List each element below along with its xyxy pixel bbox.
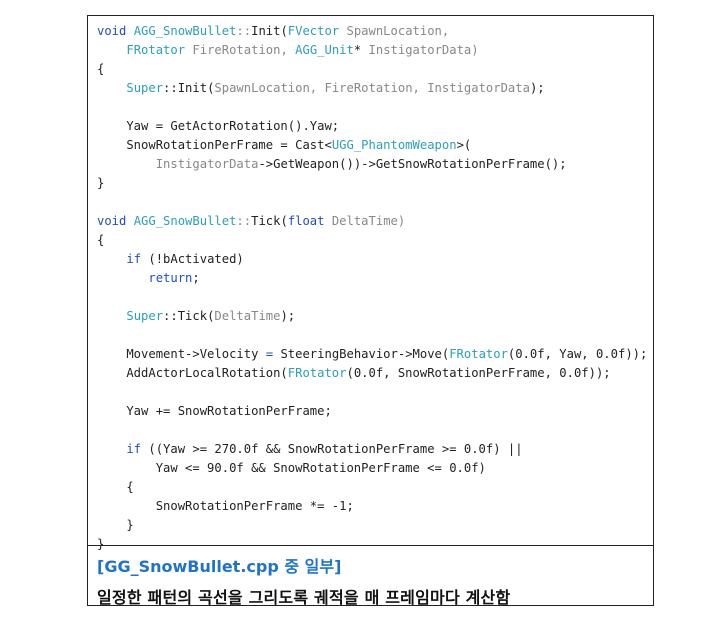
code-line: Super::Tick(DeltaTime); [97,307,653,326]
code-token: { [97,62,105,76]
code-line: { [97,60,653,79]
code-token: ::Init( [163,81,215,95]
code-line: FRotator FireRotation, AGG_Unit* Instiga… [97,41,653,60]
code-figure: void AGG_SnowBullet::Init(FVector SpawnL… [87,15,654,607]
code-line: void AGG_SnowBullet::Init(FVector SpawnL… [97,22,653,41]
code-line: if (!bActivated) [97,250,653,269]
code-token: SteeringBehavior->Move( [280,347,450,361]
code-token: if [126,252,149,266]
code-line: AddActorLocalRotation(FRotator(0.0f, Sno… [97,364,653,383]
code-token: SpawnLocation, [346,24,450,38]
code-token: SnowRotationPerFrame = Cast< [97,138,332,152]
code-line: void AGG_SnowBullet::Tick(float DeltaTim… [97,212,653,231]
code-token: FireRotation, [192,43,296,57]
code-token: AGG_Unit [295,43,354,57]
code-token: UGG_PhantomWeapon [331,138,457,152]
code-line: SnowRotationPerFrame *= -1; [97,497,653,516]
code-token: SpawnLocation, FireRotation, InstigatorD… [214,81,530,95]
code-line: InstigatorData->GetWeapon())->GetSnowRot… [97,155,653,174]
code-token: void [97,24,134,38]
code-token: { [97,480,134,494]
code-token: Yaw = GetActorRotation().Yaw; [97,119,340,133]
code-line: Yaw <= 90.0f && SnowRotationPerFrame <= … [97,459,653,478]
code-line: } [97,174,653,193]
code-line: return; [97,269,653,288]
code-token: FRotator [126,43,193,57]
code-token: FRotator [449,347,508,361]
code-line: Super::Init(SpawnLocation, FireRotation,… [97,79,653,98]
code-token: AGG_SnowBullet [133,214,237,228]
code-token: SnowRotationPerFrame *= -1; [97,499,354,513]
code-token: FVector [287,24,347,38]
code-token: ); [529,81,545,95]
caption: [GG_SnowBullet.cpp 중 일부] 일정한 패턴의 곡선을 그리도… [88,546,653,611]
code-token: = [265,347,281,361]
code-token: AddActorLocalRotation( [97,366,288,380]
code-block: void AGG_SnowBullet::Init(FVector SpawnL… [88,16,653,551]
caption-description: 일정한 패턴의 곡선을 그리도록 궤적을 매 프레임마다 계산함 [97,588,511,607]
code-token: * [353,43,369,57]
code-token: FRotator [287,366,347,380]
code-token: { [97,233,105,247]
code-token: return [148,271,193,285]
code-line: Movement->Velocity = SteeringBehavior->M… [97,345,653,364]
code-token: DeltaTime) [331,214,406,228]
code-token: Tick( [251,214,288,228]
code-token: float [287,214,332,228]
code-token: InstigatorData [155,157,259,171]
code-token: (!bActivated) [148,252,244,266]
code-token: >( [456,138,472,152]
code-token: ::Tick( [163,309,215,323]
code-token: Init( [251,24,288,38]
code-line: if ((Yaw >= 270.0f && SnowRotationPerFra… [97,440,653,459]
code-line: { [97,231,653,250]
code-line: Yaw += SnowRotationPerFrame; [97,402,653,421]
code-token: Super [126,81,164,95]
code-token: Yaw += SnowRotationPerFrame; [97,404,332,418]
code-token: ); [280,309,296,323]
code-token: :: [236,24,252,38]
code-line: { [97,478,653,497]
code-token: } [97,176,105,190]
code-token: } [97,518,134,532]
code-line: } [97,516,653,535]
code-token: DeltaTime [214,309,281,323]
code-token: ->GetWeapon())->GetSnowRotationPerFrame(… [258,157,567,171]
code-token: Movement->Velocity [97,347,266,361]
code-token: (0.0f, SnowRotationPerFrame, 0.0f)); [346,366,611,380]
code-token: Super [126,309,164,323]
code-token: Yaw <= 90.0f && SnowRotationPerFrame <= … [97,461,486,475]
code-token: AGG_SnowBullet [133,24,237,38]
code-token: (0.0f, Yaw, 0.0f)); [507,347,648,361]
caption-title: [GG_SnowBullet.cpp 중 일부] [97,557,342,576]
code-line: Yaw = GetActorRotation().Yaw; [97,117,653,136]
code-token: :: [236,214,252,228]
code-token: InstigatorData) [368,43,479,57]
code-token: ; [192,271,200,285]
code-token: void [97,214,134,228]
code-line: SnowRotationPerFrame = Cast<UGG_PhantomW… [97,136,653,155]
code-token: if [126,442,149,456]
code-token: ((Yaw >= 270.0f && SnowRotationPerFrame … [148,442,523,456]
